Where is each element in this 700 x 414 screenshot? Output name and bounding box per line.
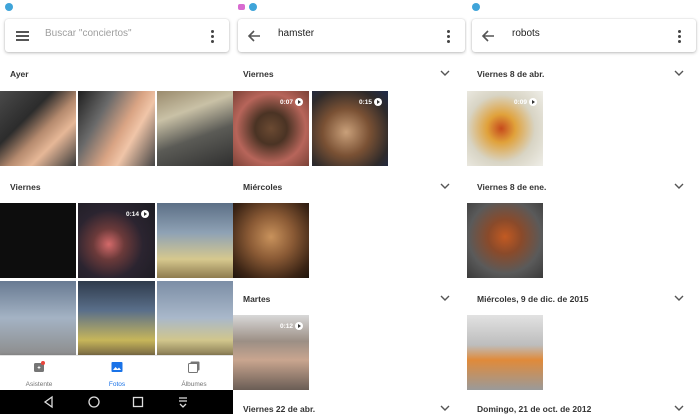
- section-label: Miércoles, 9 de dic. de 2015: [477, 294, 589, 304]
- more-options-icon[interactable]: [668, 25, 690, 47]
- search-query[interactable]: robots: [512, 28, 540, 39]
- photo-thumbnail[interactable]: [78, 91, 155, 166]
- play-icon: [295, 322, 303, 330]
- video-duration-badge: 0:14: [126, 210, 149, 218]
- section-label: Viernes 8 de abr.: [477, 69, 545, 79]
- photo-thumbnail[interactable]: [157, 281, 233, 355]
- search-bar[interactable]: robots: [472, 19, 696, 52]
- search-bar[interactable]: hamster: [238, 19, 465, 52]
- play-icon: [374, 98, 382, 106]
- menu-icon[interactable]: [11, 25, 33, 47]
- nav-albums[interactable]: Álbumes: [155, 360, 233, 388]
- section-label: Viernes: [10, 182, 41, 192]
- video-thumbnail[interactable]: 0:07: [233, 91, 309, 166]
- play-icon: [141, 210, 149, 218]
- notification-icon: [5, 3, 13, 11]
- back-arrow-icon[interactable]: [244, 25, 266, 47]
- recents-icon[interactable]: [131, 395, 145, 409]
- chevron-down-icon[interactable]: [673, 68, 685, 78]
- notification-icon: [472, 3, 480, 11]
- chevron-down-icon[interactable]: [673, 293, 685, 303]
- photo-thumbnail[interactable]: [78, 281, 155, 355]
- search-results-hamster-panel: hamster Viernes 0:07 0:15 Miércoles Mart…: [233, 0, 468, 414]
- notification-icon: [249, 3, 257, 11]
- assistant-icon: [34, 361, 45, 372]
- home-icon[interactable]: [87, 395, 101, 409]
- status-bar: [467, 0, 700, 14]
- section-label: Ayer: [10, 69, 29, 79]
- video-thumbnail[interactable]: 0:12: [233, 315, 309, 390]
- nav-assistant[interactable]: Asistente: [0, 360, 78, 388]
- video-duration-badge: 0:09: [514, 98, 537, 106]
- photo-thumbnail[interactable]: [157, 91, 233, 166]
- section-label: Miércoles: [243, 182, 283, 192]
- section-label: Viernes 22 de abr.: [243, 404, 316, 414]
- status-bar: [233, 0, 468, 14]
- chevron-down-icon[interactable]: [673, 181, 685, 191]
- back-icon[interactable]: [42, 395, 56, 409]
- search-results-robots-panel: robots Viernes 8 de abr. 0:09 Viernes 8 …: [467, 0, 700, 414]
- search-query[interactable]: hamster: [278, 28, 314, 39]
- back-arrow-icon[interactable]: [478, 25, 500, 47]
- nav-photos[interactable]: Fotos: [78, 360, 156, 388]
- chevron-down-icon[interactable]: [439, 293, 451, 303]
- system-navigation-bar: [0, 390, 233, 414]
- play-icon: [295, 98, 303, 106]
- video-duration-badge: 0:12: [280, 322, 303, 330]
- chevron-down-icon[interactable]: [439, 68, 451, 78]
- search-placeholder[interactable]: Buscar "conciertos": [45, 28, 132, 39]
- app-notification-icon: [238, 4, 245, 10]
- photo-thumbnail[interactable]: [233, 203, 309, 278]
- status-bar: [0, 0, 233, 14]
- bottom-navigation: Asistente Fotos Álbumes: [0, 355, 233, 390]
- chevron-down-icon[interactable]: [439, 403, 451, 413]
- photos-icon: [111, 362, 123, 372]
- photo-thumbnail[interactable]: [157, 203, 233, 278]
- play-icon: [529, 98, 537, 106]
- more-options-icon[interactable]: [437, 25, 459, 47]
- photo-thumbnail[interactable]: [467, 203, 543, 278]
- photo-thumbnail[interactable]: [467, 315, 543, 390]
- video-thumbnail[interactable]: 0:09: [467, 91, 543, 166]
- photo-thumbnail[interactable]: [0, 91, 76, 166]
- search-bar[interactable]: Buscar "conciertos": [5, 19, 229, 52]
- video-duration-badge: 0:15: [359, 98, 382, 106]
- chevron-down-icon[interactable]: [673, 403, 685, 413]
- section-label: Viernes: [243, 69, 274, 79]
- section-label: Viernes 8 de ene.: [477, 182, 547, 192]
- albums-icon: [188, 361, 200, 373]
- section-label: Martes: [243, 294, 271, 304]
- video-thumbnail[interactable]: 0:14: [78, 203, 155, 278]
- video-duration-badge: 0:07: [280, 98, 303, 106]
- photo-thumbnail[interactable]: [0, 203, 76, 278]
- section-label: Domingo, 21 de oct. de 2012: [477, 404, 592, 414]
- video-thumbnail[interactable]: 0:15: [312, 91, 388, 166]
- more-options-icon[interactable]: [201, 25, 223, 47]
- photos-home-panel: Buscar "conciertos" Ayer Viernes 0:14 As…: [0, 0, 233, 414]
- chevron-down-icon[interactable]: [439, 181, 451, 191]
- photo-thumbnail[interactable]: [0, 281, 76, 355]
- notification-pull-icon[interactable]: [176, 395, 190, 409]
